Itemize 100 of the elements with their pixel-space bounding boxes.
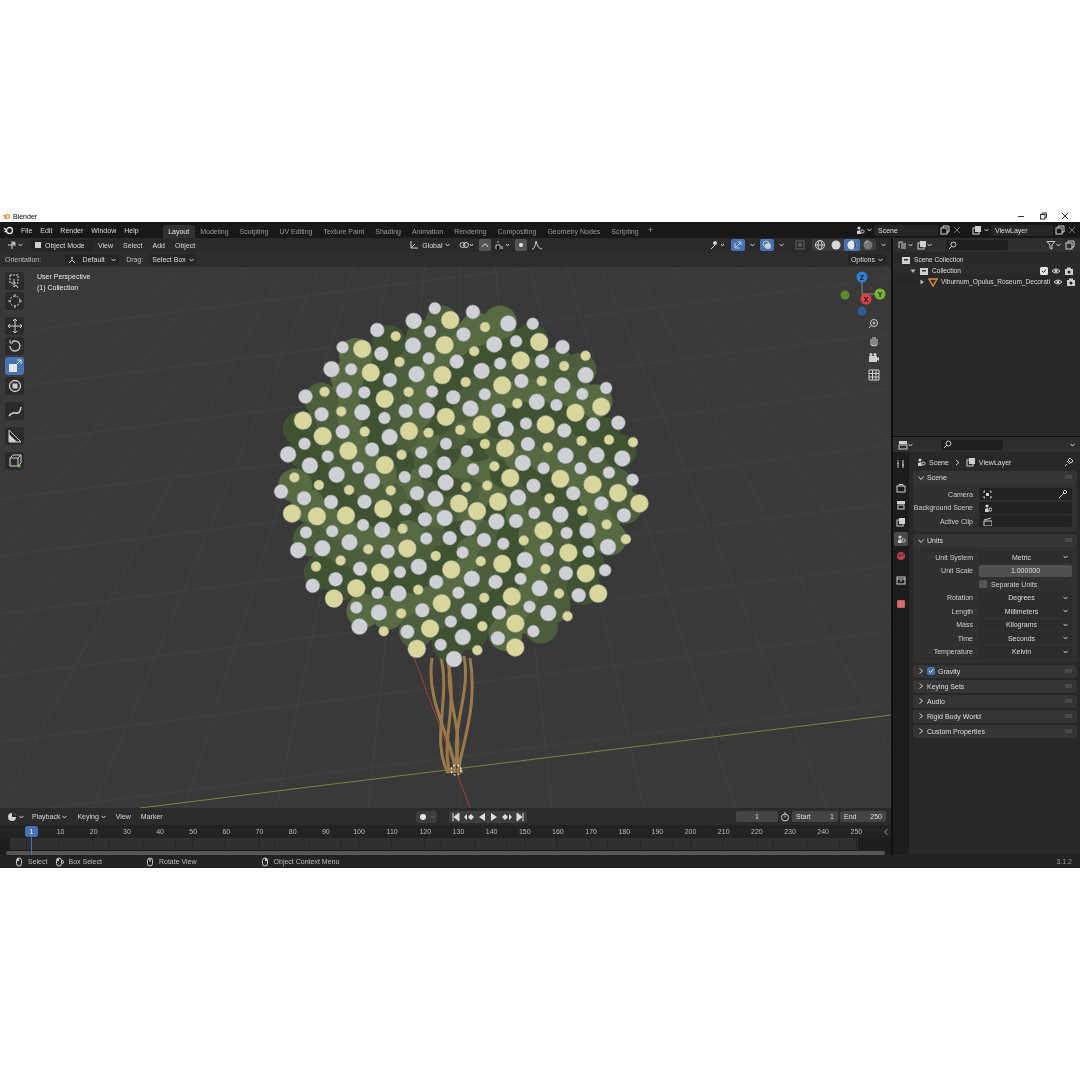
editor-type-icon (898, 439, 908, 450)
scene-field[interactable] (979, 501, 1072, 514)
texture-tab[interactable] (894, 597, 908, 611)
collapse-arrow-icon[interactable] (919, 278, 925, 285)
select-box-tool[interactable] (5, 272, 24, 290)
expand-chevron-icon[interactable] (918, 683, 924, 689)
collapse-chevron-icon[interactable] (918, 537, 924, 544)
view-layer-icon[interactable] (972, 225, 982, 235)
editor-type-icon (7, 811, 17, 822)
eyedropper-icon[interactable] (1058, 489, 1068, 499)
camera-icon[interactable] (868, 352, 880, 364)
scene-icon[interactable] (855, 225, 865, 235)
add-workspace-button[interactable]: + (644, 225, 658, 235)
collection-icon (919, 265, 929, 276)
remove-scene-icon[interactable] (952, 225, 962, 235)
panel-checkbox[interactable] (927, 667, 935, 675)
mouse-icon (144, 856, 155, 867)
texture-tab-icon (896, 599, 906, 609)
pin-icon[interactable] (1064, 457, 1074, 467)
hand-icon[interactable] (868, 335, 880, 347)
gizmo-toggle[interactable] (731, 239, 745, 251)
expand-chevron-icon[interactable] (918, 728, 924, 734)
close-icon[interactable] (1061, 212, 1069, 220)
clip-field[interactable] (979, 515, 1072, 527)
new-collection-icon[interactable] (1065, 240, 1075, 250)
layers-icon (917, 240, 927, 250)
snap-toggle-icon[interactable] (479, 239, 492, 251)
collapse-chevron-icon[interactable] (918, 474, 924, 481)
previous-keyframe-icon[interactable] (462, 811, 475, 822)
jump-start-icon[interactable] (450, 811, 461, 822)
scene-tab[interactable] (894, 532, 908, 546)
material-shading-button[interactable] (844, 239, 860, 251)
annotate-tool[interactable] (5, 402, 24, 420)
transform-tool[interactable] (5, 377, 24, 395)
display-mode-button[interactable] (898, 240, 913, 250)
caret-icon (1063, 555, 1068, 559)
caret-icon (445, 243, 451, 247)
filter-icon (1046, 240, 1056, 250)
measure-icon (6, 428, 23, 444)
render-icon[interactable] (1066, 276, 1077, 287)
overlay-toggle[interactable] (760, 239, 774, 251)
timer-icon[interactable] (780, 811, 790, 822)
zoom-icon[interactable] (868, 318, 880, 330)
world-tab[interactable] (894, 549, 908, 563)
rotate-tool[interactable] (5, 337, 24, 355)
expand-arrow-icon[interactable] (910, 267, 916, 274)
check-icon (1041, 267, 1047, 274)
xray-toggle[interactable] (793, 239, 807, 251)
collection-tab[interactable] (894, 573, 908, 587)
snap-target-icon[interactable] (495, 240, 512, 250)
editor-type-button[interactable] (898, 439, 913, 450)
restore-icon[interactable] (1039, 212, 1047, 220)
remove-view-layer-icon[interactable] (1067, 225, 1077, 235)
render-tab[interactable] (894, 481, 908, 495)
overlay-icon (762, 240, 772, 250)
filter-mode-button[interactable] (917, 240, 932, 250)
expand-chevron-icon[interactable] (918, 668, 924, 674)
visibility-icon[interactable] (709, 240, 726, 250)
new-view-layer-icon[interactable] (1055, 225, 1065, 235)
expand-chevron-icon[interactable] (918, 698, 924, 704)
search-field[interactable] (941, 439, 1003, 450)
checkbox[interactable] (979, 580, 987, 588)
measure-tool[interactable] (5, 427, 24, 445)
eye-icon[interactable] (1053, 276, 1064, 287)
exclude-checkbox[interactable] (1040, 266, 1048, 275)
wireframe-shading-button[interactable] (812, 239, 828, 251)
sidebar-toggle-icon[interactable] (884, 829, 888, 835)
jump-end-icon[interactable] (514, 811, 525, 822)
grid-icon[interactable] (868, 369, 880, 381)
render-icon[interactable] (1064, 265, 1074, 276)
eye-icon[interactable] (1051, 265, 1061, 276)
falloff-icon[interactable] (531, 240, 544, 250)
world-tab-icon (896, 551, 906, 561)
caret-icon (100, 814, 106, 819)
editor-type-button[interactable] (5, 811, 26, 822)
proportional-edit-icon[interactable] (515, 239, 528, 251)
filter-button[interactable] (1046, 240, 1061, 250)
output-tab[interactable] (894, 498, 908, 512)
next-keyframe-icon[interactable] (500, 811, 513, 822)
camera-field[interactable] (979, 488, 1072, 500)
scrollbar[interactable] (6, 850, 885, 855)
cursor-tool[interactable] (5, 292, 24, 310)
material-shading-icon (846, 239, 858, 251)
object-icon (34, 241, 42, 249)
search-field[interactable] (946, 240, 1008, 250)
caret-icon (1063, 595, 1068, 600)
expand-chevron-icon[interactable] (918, 713, 924, 719)
scene-tab-icon (896, 534, 906, 544)
add-cube-tool[interactable] (5, 452, 24, 470)
caret-icon (1056, 243, 1061, 247)
play-icon[interactable] (488, 811, 499, 822)
new-scene-icon[interactable] (940, 225, 950, 235)
blender-logo-icon[interactable] (3, 225, 14, 235)
move-tool[interactable] (5, 317, 24, 335)
collection-tab-icon (896, 575, 906, 585)
record-button[interactable] (417, 811, 428, 822)
editor-type-button[interactable] (5, 239, 25, 251)
pivot-point-icon[interactable] (459, 240, 476, 250)
scale-tool[interactable] (5, 357, 24, 375)
view-layer-tab[interactable] (894, 515, 908, 529)
